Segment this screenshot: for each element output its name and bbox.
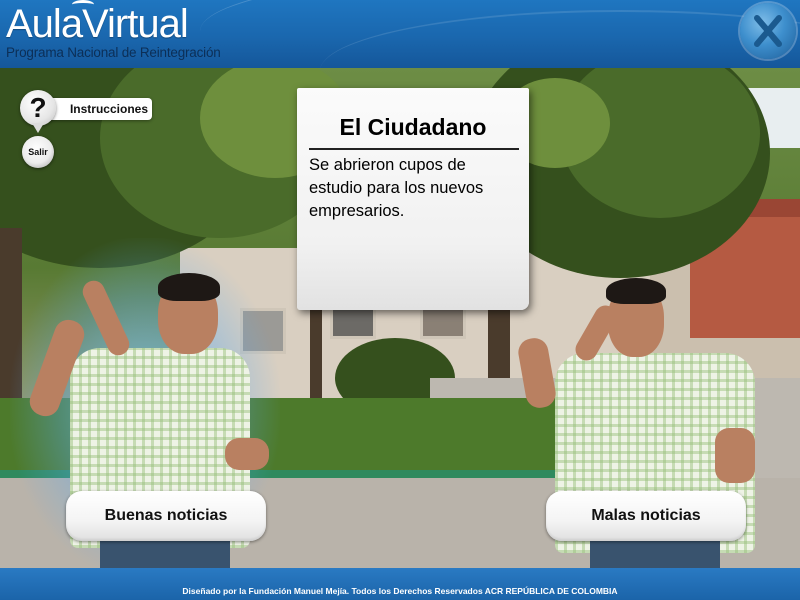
newspaper-headline: Se abrieron cupos de estudio para los nu… [309, 156, 484, 220]
footer-bar: Diseñado por la Fundación Manuel Mejía. … [0, 568, 800, 600]
instructions-pointer [32, 123, 44, 133]
newspaper-title: El Ciudadano [339, 114, 487, 140]
footer-copyright: Diseñado por la Fundación Manuel Mejía. … [182, 586, 618, 596]
logo-subtitle: Programa Nacional de Reintegración [6, 45, 221, 60]
question-mark-icon[interactable]: ? [20, 90, 56, 126]
close-x-icon [754, 15, 782, 47]
newspaper-card: El Ciudadano Se abrieron cupos de estudi… [297, 88, 529, 310]
bad-news-button[interactable]: Malas noticias [546, 491, 746, 541]
header-bar: AulaVirtual Programa Nacional de Reinteg… [0, 0, 800, 68]
good-news-button[interactable]: Buenas noticias [66, 491, 266, 541]
close-button[interactable] [740, 3, 796, 59]
instructions-label[interactable]: Instrucciones [48, 98, 152, 120]
logo-title: AulaVirtual [6, 2, 189, 46]
exit-button[interactable]: Salir [22, 136, 54, 168]
newspaper-divider [309, 148, 519, 150]
